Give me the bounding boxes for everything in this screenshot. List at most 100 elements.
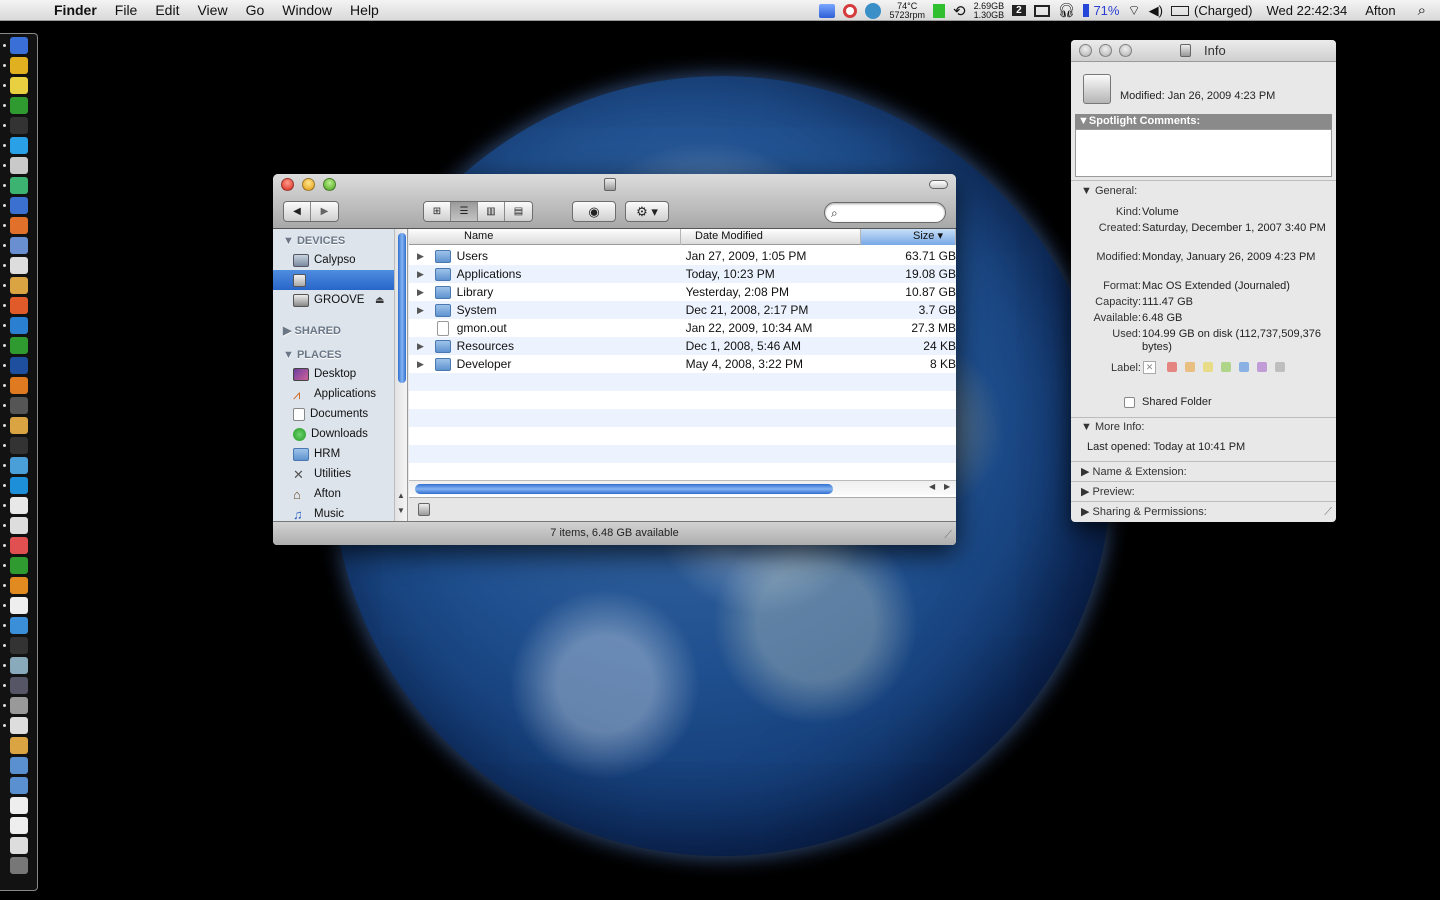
dock-app-icon[interactable]	[10, 437, 28, 454]
dock-app-icon[interactable]	[10, 717, 28, 734]
table-row[interactable]: ▶ Applications Today, 10:23 PM 19.08 GB	[409, 265, 956, 283]
sidebar-scrollbar[interactable]: ▲ ▼	[394, 229, 407, 521]
spaces-badge[interactable]: 2	[1012, 5, 1026, 16]
dock-app-icon[interactable]	[10, 757, 28, 774]
menu-help[interactable]: Help	[341, 2, 388, 18]
disclosure-triangle-icon[interactable]: ▶	[417, 269, 431, 280]
menu-go[interactable]: Go	[237, 2, 274, 18]
minimize-button[interactable]	[302, 178, 315, 191]
dock-app-icon[interactable]	[10, 97, 28, 114]
dock-app-icon[interactable]	[10, 357, 28, 374]
table-row[interactable]: ▶ System Dec 21, 2008, 2:17 PM 3.7 GB	[409, 301, 956, 319]
label-color-swatch[interactable]	[1275, 362, 1285, 372]
battery-monitor[interactable]: 71%	[1083, 3, 1119, 18]
info-minimize-button[interactable]	[1099, 44, 1112, 57]
dock-app-icon[interactable]	[10, 317, 28, 334]
shared-folder-checkbox[interactable]	[1124, 397, 1135, 408]
dock-app-icon[interactable]	[10, 577, 28, 594]
menu-window[interactable]: Window	[273, 2, 341, 18]
disclosure-triangle-icon[interactable]: ▶	[417, 251, 431, 262]
column-header-size[interactable]: Size ▾	[861, 229, 956, 245]
dock-app-icon[interactable]	[10, 617, 28, 634]
label-color-swatch[interactable]	[1185, 362, 1195, 372]
dock-app-icon[interactable]	[10, 737, 28, 754]
toolbar-toggle-button[interactable]	[929, 180, 948, 189]
table-row[interactable]: gmon.out Jan 22, 2009, 10:34 AM 27.3 MB	[409, 319, 956, 337]
dock-app-icon[interactable]	[10, 597, 28, 614]
sidebar-item-calypso[interactable]: Calypso	[273, 250, 394, 270]
spotlight-search-icon[interactable]: ⌕	[1418, 2, 1426, 19]
target-icon[interactable]	[843, 3, 858, 18]
dock-app-icon[interactable]	[10, 177, 28, 194]
menu-edit[interactable]: Edit	[146, 2, 188, 18]
cpu-meter-icon[interactable]	[933, 3, 945, 18]
more-info-header[interactable]: ▼ More Info:	[1081, 421, 1144, 433]
dock-app-icon[interactable]	[10, 457, 28, 474]
sidebar-item-groove[interactable]: GROOVE ⏏	[273, 290, 394, 310]
dock-app-icon[interactable]	[10, 477, 28, 494]
dock-app-icon[interactable]	[10, 517, 28, 534]
dock-app-icon[interactable]	[10, 677, 28, 694]
sidebar-places-header[interactable]: ▼ PLACES	[283, 349, 342, 361]
dock-app-icon[interactable]	[10, 697, 28, 714]
sidebar-item-afton[interactable]: ⌂ Afton	[273, 484, 394, 504]
coverflow-view-button[interactable]: ▤	[505, 202, 532, 221]
list-view-button[interactable]: ☰	[451, 202, 478, 221]
disclosure-triangle-icon[interactable]: ▶	[417, 341, 431, 352]
dock-app-icon[interactable]	[10, 217, 28, 234]
sharing-permissions-header[interactable]: ▶ Sharing & Permissions:	[1081, 505, 1207, 518]
dock-app-icon[interactable]	[10, 497, 28, 514]
back-button[interactable]: ◀	[284, 202, 311, 221]
dock-app-icon[interactable]	[10, 137, 28, 154]
dock-app-icon[interactable]	[10, 337, 28, 354]
icon-view-button[interactable]: ⊞	[424, 202, 451, 221]
column-view-button[interactable]: ▥	[478, 202, 505, 221]
info-resize-grip-icon[interactable]: ⟋	[1324, 506, 1332, 519]
dock-app-icon[interactable]	[10, 377, 28, 394]
action-menu-button[interactable]: ⚙ ▾	[625, 201, 669, 222]
dock-app-icon[interactable]	[10, 637, 28, 654]
spotlight-comments-field[interactable]	[1075, 129, 1332, 177]
sidebar-item-downloads[interactable]: Downloads	[273, 424, 394, 444]
sidebar-item-music[interactable]: ♫ Music	[273, 504, 394, 521]
table-row[interactable]: ▶ Users Jan 27, 2009, 1:05 PM 63.71 GB	[409, 247, 956, 265]
sidebar-devices-header[interactable]: ▼ DEVICES	[283, 235, 345, 247]
volume-icon[interactable]: ◀︎)	[1149, 3, 1163, 19]
dock-app-icon[interactable]	[10, 117, 28, 134]
zoom-button[interactable]	[323, 178, 336, 191]
spotlight-comments-header[interactable]: ▼Spotlight Comments:	[1075, 114, 1332, 129]
dock-app-icon[interactable]	[10, 797, 28, 814]
wifi-icon[interactable]: ⌔	[1127, 2, 1140, 20]
dock-app-icon[interactable]	[10, 297, 28, 314]
label-color-swatch[interactable]	[1239, 362, 1249, 372]
sidebar-item-applications[interactable]: ⩘ Applications	[273, 384, 394, 404]
dock-app-icon[interactable]	[10, 657, 28, 674]
horizontal-scroll-thumb[interactable]	[415, 484, 833, 494]
sidebar-item-desktop[interactable]: Desktop	[273, 364, 394, 384]
time-machine-icon[interactable]: ⟲	[953, 2, 966, 20]
menu-clock[interactable]: Wed 22:42:34	[1267, 3, 1348, 18]
label-none-button[interactable]: ✕	[1143, 361, 1156, 374]
dock-app-icon[interactable]	[10, 837, 28, 854]
info-close-button[interactable]	[1079, 44, 1092, 57]
dock-app-icon[interactable]	[10, 397, 28, 414]
sidebar-item-documents[interactable]: Documents	[273, 404, 394, 424]
dock-app-icon[interactable]	[10, 537, 28, 554]
label-color-swatch[interactable]	[1167, 362, 1177, 372]
dock-app-icon[interactable]	[10, 237, 28, 254]
dock-app-icon[interactable]	[10, 817, 28, 834]
name-extension-header[interactable]: ▶ Name & Extension:	[1081, 465, 1187, 478]
dock-app-icon[interactable]	[10, 257, 28, 274]
sidebar-item-hrm[interactable]: HRM	[273, 444, 394, 464]
horizontal-scrollbar[interactable]: ◀ ▶	[409, 480, 956, 495]
table-row[interactable]: ▶ Library Yesterday, 2:08 PM 10.87 GB	[409, 283, 956, 301]
label-color-swatch[interactable]	[1221, 362, 1231, 372]
memory-monitor[interactable]: 2.69GB 1.30GB	[974, 1, 1005, 20]
search-field[interactable]: ⌕	[824, 202, 946, 223]
dock-app-icon[interactable]	[10, 197, 28, 214]
table-row[interactable]: ▶ Developer May 4, 2008, 3:22 PM 8 KB	[409, 355, 956, 373]
forward-button[interactable]: ▶	[311, 202, 338, 221]
display-icon[interactable]	[1033, 4, 1050, 17]
disclosure-triangle-icon[interactable]: ▶	[417, 305, 431, 316]
scroll-down-arrow[interactable]: ▼	[397, 506, 405, 515]
